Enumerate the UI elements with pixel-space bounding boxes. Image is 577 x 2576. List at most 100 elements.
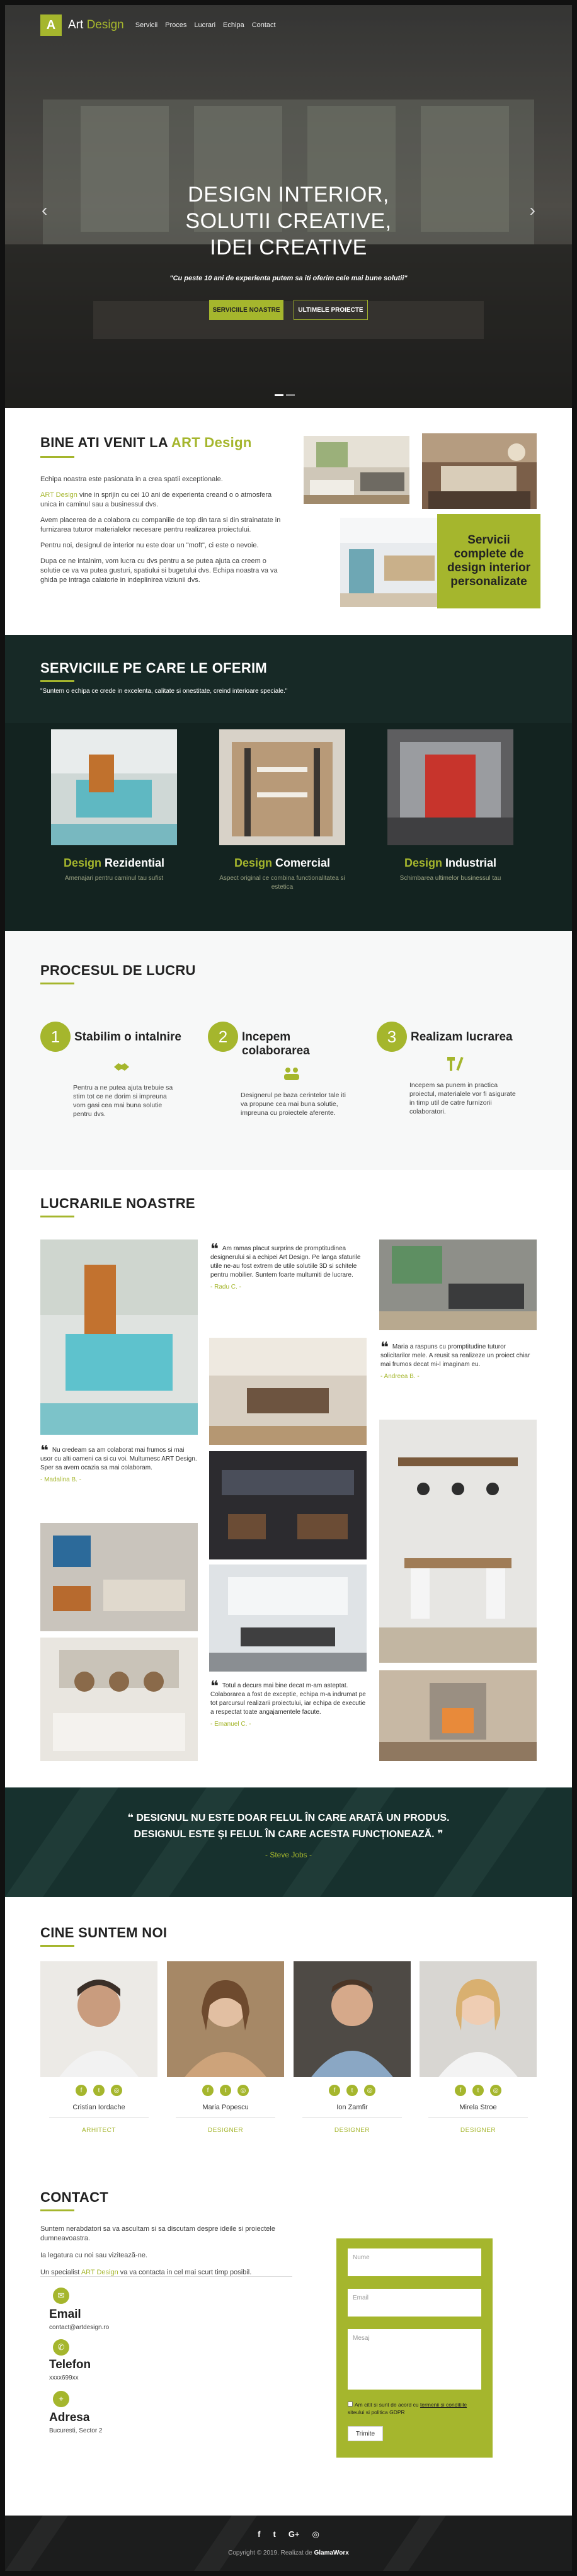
instagram-icon[interactable]: ◎: [490, 2085, 501, 2096]
google-plus-icon[interactable]: G+: [288, 2529, 300, 2539]
email-value[interactable]: contact@artdesign.ro: [49, 2324, 109, 2331]
hero-subtitle: "Cu peste 10 ani de experienta putem sa …: [169, 275, 408, 282]
welcome-paragraph: Avem placerea de a colabora cu companiil…: [40, 516, 281, 533]
facebook-icon[interactable]: f: [455, 2085, 466, 2096]
welcome-title-prefix: BINE ATI VENIT LA: [40, 435, 171, 450]
testimonial-text: Nu credeam sa am colaborat mai frumos si…: [40, 1447, 197, 1471]
work-photo-restaurant[interactable]: [209, 1451, 367, 1559]
contact-paragraph-rest: va va contacta in cel mai scurt timp pos…: [118, 2269, 252, 2276]
logo-text[interactable]: Art Design: [68, 18, 124, 32]
logo-mark[interactable]: A: [40, 14, 62, 36]
terms-checkbox[interactable]: [348, 2402, 353, 2407]
terms-link[interactable]: termenii si conditiile: [420, 2402, 467, 2408]
quote-icon: ❝: [380, 1339, 389, 1355]
service-card-image-commercial[interactable]: [219, 729, 345, 845]
banner-author: - Steve Jobs -: [265, 1850, 312, 1859]
services-title: SERVICIILE PE CARE LE OFERIM: [40, 660, 268, 676]
message-textarea[interactable]: Mesaj: [348, 2329, 481, 2390]
avatar: [40, 1961, 157, 2077]
services-highlight-box: Servicii complete de design interior per…: [437, 514, 540, 608]
facebook-icon[interactable]: f: [76, 2085, 87, 2096]
social-links: f t ◎: [40, 2085, 157, 2096]
projects-button[interactable]: ULTIMELE PROIECTE: [294, 300, 368, 320]
contact-brand-accent: ART Design: [81, 2269, 118, 2276]
testimonial-text: Totul a decurs mai bine decat m-am astep…: [210, 1682, 366, 1716]
work-photo-fireplace[interactable]: [379, 1670, 537, 1761]
social-links: f t ◎: [167, 2085, 284, 2096]
instagram-icon[interactable]: ◎: [237, 2085, 249, 2096]
hero-title-line: IDEI CREATIVE: [210, 236, 367, 259]
team-title: CINE SUNTEM NOI: [40, 1925, 168, 1941]
logo-text-art: Art: [68, 18, 84, 31]
work-photo-lounge[interactable]: [379, 1240, 537, 1330]
team-member-card: f t ◎ Ion Zamfir DESIGNER: [294, 1961, 411, 2134]
service-title-accent: Design: [234, 857, 272, 869]
service-title-residential: Design Rezidential: [45, 857, 183, 870]
step-title: Incepem colaborarea: [242, 1030, 310, 1057]
email-input[interactable]: Email: [348, 2289, 481, 2317]
step-title: Stabilim o intalnire: [74, 1030, 181, 1044]
title-underline: [40, 1216, 74, 1217]
instagram-icon[interactable]: ◎: [364, 2085, 375, 2096]
terms-text-rest: siteului si politica GDPR: [348, 2409, 405, 2415]
quote-open-icon: ❝: [127, 1813, 134, 1823]
member-role: ARHITECT: [82, 2127, 116, 2134]
contact-title: CONTACT: [40, 2189, 109, 2205]
testimonial-author: - Radu C. -: [210, 1284, 241, 1291]
twitter-icon[interactable]: t: [273, 2529, 275, 2539]
team-member-card: f t ◎ Cristian Iordache ARHITECT: [40, 1961, 157, 2134]
welcome-paragraph: ART Design vine in sprijin cu cei 10 ani…: [40, 491, 286, 510]
work-photo-livingroom-blue[interactable]: [40, 1523, 198, 1631]
hero-title: DESIGN INTERIOR, SOLUTII CREATIVE, IDEI …: [5, 181, 572, 261]
service-card-image-residential[interactable]: [51, 729, 177, 845]
work-photo-dining[interactable]: [209, 1338, 367, 1445]
member-name: Cristian Iordache: [72, 2104, 125, 2111]
step-text: Designerul pe baza cerintelor tale iti v…: [241, 1091, 346, 1117]
name-input[interactable]: Nume: [348, 2248, 481, 2276]
page: A Art Design Servicii Proces Lucrari Ech…: [5, 5, 572, 2571]
work-photo-meeting-room[interactable]: [209, 1564, 367, 1672]
twitter-icon[interactable]: t: [220, 2085, 231, 2096]
service-card-image-industrial[interactable]: [387, 729, 513, 845]
services-button[interactable]: SERVICIILE NOASTRE: [209, 300, 283, 320]
facebook-icon[interactable]: f: [329, 2085, 340, 2096]
nav-link-servicii[interactable]: Servicii: [135, 21, 157, 29]
welcome-title-accent: ART Design: [171, 435, 252, 450]
divider: [302, 2117, 402, 2118]
work-photo-dining-pendants[interactable]: [379, 1420, 537, 1663]
work-photo-kitchen-turquoise[interactable]: [40, 1240, 198, 1435]
welcome-paragraph: Pentru noi, designul de interior nu este…: [40, 542, 259, 549]
facebook-icon[interactable]: f: [258, 2529, 260, 2539]
banner-quote-text: DESIGNUL NU ESTE DOAR FELUL ÎN CARE ARAT…: [136, 1813, 450, 1823]
avatar: [420, 1961, 537, 2077]
service-title-accent: Design: [404, 857, 442, 869]
contact-form: Nume Email Mesaj Am citit si sunt de aco…: [336, 2238, 493, 2458]
facebook-icon[interactable]: f: [202, 2085, 214, 2096]
copyright: Copyright © 2019. Realizat de GlamaWorx: [5, 2550, 572, 2556]
twitter-icon[interactable]: t: [472, 2085, 484, 2096]
testimonial-text: Am ramas placut surprins de promptitudin…: [210, 1245, 361, 1279]
phone-value[interactable]: xxxx699xx: [49, 2374, 79, 2381]
email-icon: ✉: [53, 2288, 69, 2304]
nav-link-echipa[interactable]: Echipa: [223, 21, 244, 29]
title-underline: [40, 680, 74, 682]
nav-link-lucrari[interactable]: Lucrari: [194, 21, 215, 29]
work-photo-kitchen-pendants[interactable]: [40, 1638, 198, 1761]
submit-button[interactable]: Trimite: [348, 2426, 383, 2441]
slider-dot[interactable]: [286, 394, 295, 396]
footer-social-links: f t G+ ◎: [5, 2529, 572, 2539]
member-role: DESIGNER: [460, 2127, 496, 2134]
instagram-icon[interactable]: ◎: [111, 2085, 122, 2096]
phone-label: Telefon: [49, 2358, 91, 2371]
address-value: Bucuresti, Sector 2: [49, 2427, 103, 2434]
nav-link-proces[interactable]: Proces: [165, 21, 186, 29]
works-title: LUCRARILE NOASTRE: [40, 1195, 195, 1211]
welcome-photo-livingroom: [304, 436, 409, 504]
instagram-icon[interactable]: ◎: [312, 2529, 319, 2539]
slider-dot-active[interactable]: [275, 394, 283, 396]
twitter-icon[interactable]: t: [346, 2085, 358, 2096]
avatar: [167, 1961, 284, 2077]
nav-link-contact[interactable]: Contact: [252, 21, 276, 29]
maker-logo[interactable]: GlamaWorx: [314, 2550, 348, 2556]
twitter-icon[interactable]: t: [93, 2085, 105, 2096]
